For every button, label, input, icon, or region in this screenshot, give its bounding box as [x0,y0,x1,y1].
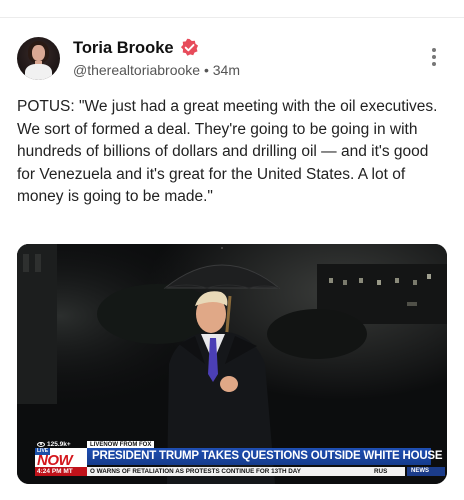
author-avatar[interactable] [17,37,60,80]
post-header: Toria Brooke @therealtoriabrooke • 34m [17,37,447,81]
news-chyron: 125.9k+ LIVENOW FROM FOX LIVE NOW PRESID… [35,439,445,479]
post-text: POTUS: "We just had a great meeting with… [17,98,438,205]
vertical-dots-icon[interactable] [429,48,439,70]
meta-separator: • [203,62,209,78]
top-divider [0,17,464,18]
post-time: 34m [212,62,240,78]
news-ticker: O WARNS OF RETALIATION AS PROTESTS CONTI… [87,467,397,476]
author-handle[interactable]: @therealtoriabrooke [73,62,200,78]
post-video[interactable]: 125.9k+ LIVENOW FROM FOX LIVE NOW PRESID… [17,244,447,484]
headline-bar: PRESIDENT TRUMP TAKES QUESTIONS OUTSIDE … [87,448,443,465]
ticker-next: RUS [372,467,405,476]
author-name[interactable]: Toria Brooke [73,39,174,58]
news-label: NEWS [407,467,445,476]
verified-badge-icon [180,38,199,56]
view-count: 125.9k+ [37,441,71,448]
author-handle-line: @therealtoriabrooke • 34m [73,62,240,78]
broadcast-time: 4:24 PM MT [35,467,87,476]
headline-text: PRESIDENT TRUMP TAKES QUESTIONS OUTSIDE … [92,450,443,462]
eye-icon [37,441,45,447]
